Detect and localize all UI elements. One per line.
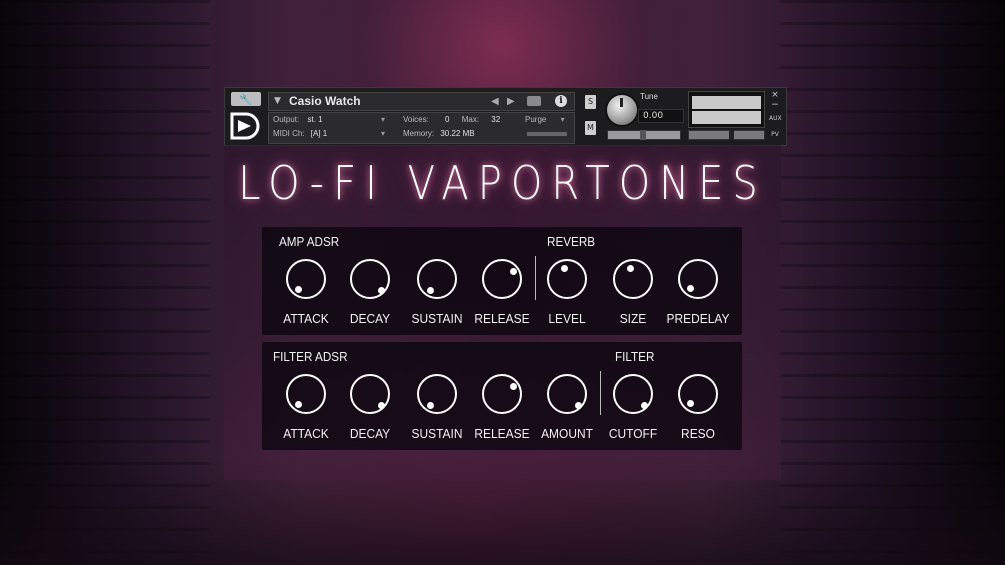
midi-dropdown-icon: ▾: [381, 129, 386, 138]
brand-logo-icon: [230, 112, 260, 140]
max-label: Max:: [461, 115, 480, 124]
filter-label: FILTER: [615, 349, 655, 364]
output-dropdown-icon: ▾: [381, 115, 386, 124]
filter-amount-label: AMOUNT: [541, 426, 593, 441]
filter-attack-label: ATTACK: [283, 426, 329, 441]
purge-dropdown-icon: ▾: [560, 115, 565, 124]
filter-adsr-label: FILTER ADSR: [273, 349, 348, 364]
mute-button[interactable]: M: [585, 121, 596, 135]
side-controls: × − AUX PV: [769, 90, 782, 140]
level-meter-left: [692, 96, 761, 109]
level-meter-right: [692, 111, 761, 124]
prev-instrument-icon[interactable]: ◀: [491, 93, 499, 110]
voices-readout: Voices: 0 Max: 32: [403, 113, 500, 127]
level-meter: [688, 91, 765, 128]
filter-amount-knob[interactable]: [547, 374, 587, 414]
amp-reverb-panel: AMP ADSR REVERB ATTACK DECAY SUSTAIN REL…: [262, 227, 742, 335]
filter-sustain-knob[interactable]: [417, 374, 457, 414]
next-instrument-icon[interactable]: ▶: [507, 93, 515, 110]
close-button[interactable]: ×: [769, 90, 781, 100]
filter-reso-label: RESO: [681, 426, 715, 441]
instrument-info-grid: Output: st. 1 ▾ Voices: 0 Max: 32 Purge …: [268, 112, 575, 144]
max-value[interactable]: 32: [491, 115, 500, 124]
amp-release-knob[interactable]: [482, 259, 522, 299]
instrument-name[interactable]: Casio Watch: [289, 93, 361, 110]
filter-release-knob[interactable]: [482, 374, 522, 414]
amp-decay-label: DECAY: [349, 311, 391, 326]
amp-sustain-knob[interactable]: [417, 259, 457, 299]
amp-sustain-label: SUSTAIN: [411, 311, 463, 326]
filter-release-label: RELEASE: [474, 426, 530, 441]
tune-value[interactable]: 0.00: [638, 109, 684, 123]
purge-label: Purge: [525, 115, 547, 124]
instrument-name-bar: ▼ Casio Watch ◀ ▶ i: [268, 92, 575, 111]
camera-icon[interactable]: [527, 96, 541, 106]
filter-attack-knob[interactable]: [286, 374, 326, 414]
volume-slider[interactable]: [688, 130, 765, 140]
minimize-button[interactable]: −: [769, 100, 781, 110]
solo-button[interactable]: S: [585, 95, 596, 109]
voices-label: Voices:: [403, 115, 429, 124]
midi-label: MIDI Ch:: [273, 129, 305, 138]
reverb-level-knob[interactable]: [547, 259, 587, 299]
pv-button[interactable]: PV: [769, 130, 781, 140]
filter-cutoff-label: CUTOFF: [608, 426, 658, 441]
output-selector[interactable]: Output: st. 1 ▾: [273, 113, 385, 127]
section-divider: [600, 371, 601, 415]
voices-value: 0: [445, 115, 450, 124]
reverb-size-knob[interactable]: [613, 259, 653, 299]
section-divider: [535, 256, 536, 300]
instrument-header: 🔧 ▼ Casio Watch ◀ ▶ i Output: st. 1 ▾ Vo…: [224, 87, 787, 146]
filter-reso-knob[interactable]: [678, 374, 718, 414]
amp-adsr-label: AMP ADSR: [279, 234, 340, 249]
reverb-size-label: SIZE: [619, 311, 647, 326]
output-value: st. 1: [307, 115, 323, 124]
memory-value: 30.22 MB: [440, 129, 475, 138]
cpu-meter: [527, 132, 567, 136]
amp-attack-label: ATTACK: [283, 311, 329, 326]
tune-label: Tune: [640, 92, 658, 101]
collapse-caret-icon[interactable]: ▼: [274, 93, 281, 110]
filter-cutoff-knob[interactable]: [613, 374, 653, 414]
reverb-predelay-knob[interactable]: [678, 259, 718, 299]
amp-attack-knob[interactable]: [286, 259, 326, 299]
midi-value: [A] 1: [310, 129, 328, 138]
filter-panel: FILTER ADSR FILTER ATTACK DECAY SUSTAIN …: [262, 342, 742, 450]
amp-decay-knob[interactable]: [350, 259, 390, 299]
memory-label: Memory:: [403, 129, 435, 138]
info-icon[interactable]: i: [555, 95, 567, 107]
output-label: Output:: [273, 115, 300, 124]
tune-knob[interactable]: [605, 93, 639, 127]
purge-menu[interactable]: Purge ▾: [525, 113, 565, 127]
filter-decay-label: DECAY: [349, 426, 391, 441]
amp-release-label: RELEASE: [474, 311, 530, 326]
wrench-icon[interactable]: 🔧: [231, 92, 261, 106]
filter-sustain-label: SUSTAIN: [411, 426, 463, 441]
aux-button[interactable]: AUX: [769, 114, 782, 124]
filter-decay-knob[interactable]: [350, 374, 390, 414]
memory-readout: Memory: 30.22 MB: [403, 127, 475, 141]
pan-slider[interactable]: [607, 130, 681, 140]
reverb-predelay-label: PREDELAY: [666, 311, 730, 326]
reverb-level-label: LEVEL: [548, 311, 586, 326]
midi-channel-selector[interactable]: MIDI Ch: [A] 1 ▾: [273, 127, 385, 141]
instrument-title: LO-FI VAPORTONES: [238, 157, 767, 211]
reverb-label: REVERB: [547, 234, 596, 249]
